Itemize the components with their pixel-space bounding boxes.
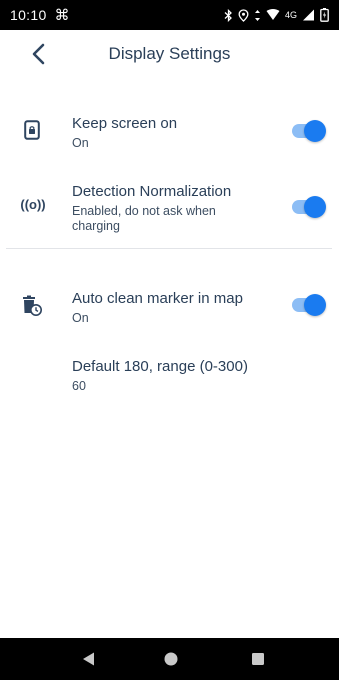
data-arrows-icon (254, 9, 260, 21)
setting-keep-screen-on[interactable]: Keep screen on On (0, 106, 339, 162)
setting-value: 60 (72, 379, 86, 393)
setting-subtitle: On (72, 136, 89, 150)
home-circle-icon[interactable] (163, 651, 179, 667)
broadcast-icon-glyph: ((o)) (20, 196, 46, 212)
app-bar: Display Settings (0, 30, 339, 78)
toggle-thumb (304, 294, 326, 316)
network-type-label: 4G (284, 9, 297, 20)
app-notification-icon: ⌘ (54, 6, 70, 24)
setting-detection-normalization[interactable]: ((o)) Detection Normalization Enabled, d… (0, 175, 339, 239)
page-title: Display Settings (108, 44, 231, 63)
battery-icon (320, 8, 329, 22)
setting-title: Auto clean marker in map (72, 290, 243, 307)
setting-title: Detection Normalization (72, 183, 232, 200)
auto-clean-marker-toggle[interactable] (292, 294, 326, 316)
location-icon (238, 8, 249, 22)
setting-title: Default 180, range (0-300) (72, 358, 248, 375)
trash-clock-icon (18, 292, 46, 320)
system-nav-bar (0, 638, 339, 680)
section-divider (6, 248, 332, 249)
detection-normalization-toggle[interactable] (292, 196, 326, 218)
setting-subtitle: Enabled, do not ask when charging (72, 204, 216, 233)
back-triangle-icon[interactable] (80, 651, 96, 667)
phone-lock-icon (18, 116, 46, 144)
status-time: 10:10 (10, 7, 47, 23)
keep-screen-on-toggle[interactable] (292, 120, 326, 142)
setting-subtitle: On (72, 311, 89, 325)
toggle-thumb (304, 196, 326, 218)
status-icons: 4G (224, 8, 329, 22)
status-bar: 10:10 ⌘ 4G (0, 0, 339, 30)
broadcast-icon: ((o)) (16, 190, 50, 218)
signal-icon (303, 9, 314, 21)
toggle-thumb (304, 120, 326, 142)
recents-square-icon[interactable] (250, 651, 266, 667)
setting-title: Keep screen on (72, 115, 178, 132)
setting-auto-clean-marker[interactable]: Auto clean marker in map On (0, 282, 339, 332)
setting-default-range[interactable]: Default 180, range (0-300) 60 (0, 350, 339, 398)
wifi-icon (266, 9, 280, 20)
bluetooth-icon (224, 8, 232, 22)
